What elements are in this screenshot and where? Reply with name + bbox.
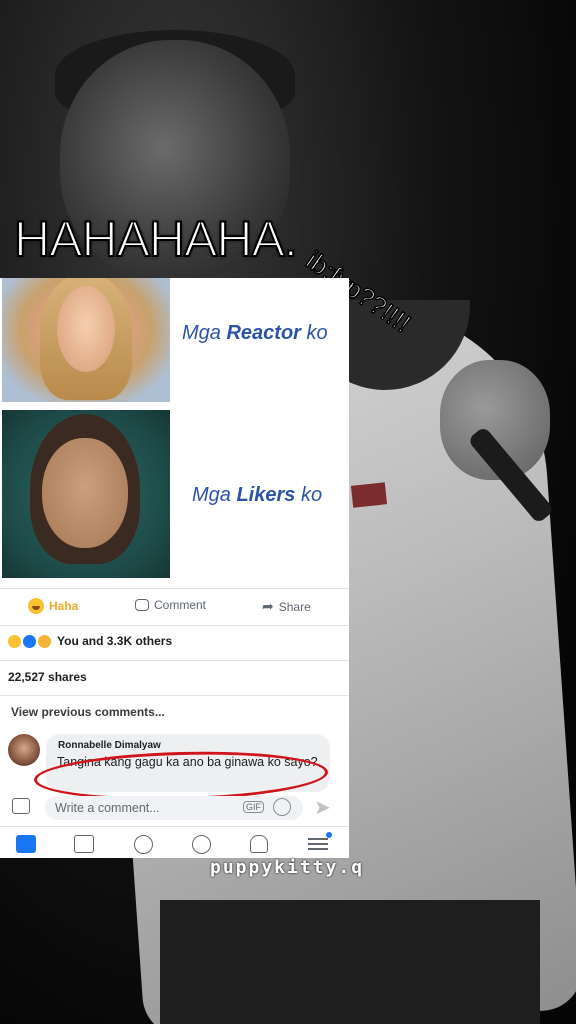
bottom-tab-bar: [0, 826, 349, 858]
reactions-text: You and 3.3K others: [57, 634, 173, 648]
meme-photo-bottom: [2, 410, 170, 578]
performer-pants: [160, 900, 540, 1024]
shirt-badge: [350, 482, 388, 508]
sticker-icon[interactable]: [273, 798, 291, 816]
menu-icon[interactable]: [308, 832, 332, 853]
news-feed-icon[interactable]: [16, 835, 36, 853]
share-label: Share: [278, 599, 311, 614]
profile-icon[interactable]: [134, 835, 153, 854]
main-caption: HAHAHAHA.: [13, 210, 299, 268]
meme-label-top: Mga Reactor ko: [182, 322, 328, 344]
comment-button[interactable]: Comment: [135, 598, 206, 612]
sad-reaction-icon: [38, 634, 51, 648]
watch-icon[interactable]: [74, 835, 94, 853]
gif-icon[interactable]: GIF: [243, 801, 264, 813]
divider: [0, 588, 349, 589]
send-icon[interactable]: ➤: [314, 795, 331, 820]
meme-photo-top: [2, 278, 170, 402]
camera-icon[interactable]: [12, 798, 30, 814]
haha-reaction-icon: [8, 634, 21, 648]
post-actions-bar: Haha Comment ➦ Share: [0, 590, 349, 626]
groups-icon[interactable]: [192, 835, 211, 854]
haha-emoji-icon: [28, 598, 44, 614]
commenter-avatar[interactable]: [8, 734, 40, 766]
comment-composer: Write a comment... GIF ➤: [0, 792, 349, 824]
share-icon: ➦: [262, 598, 274, 614]
reactions-summary[interactable]: You and 3.3K others: [8, 634, 172, 648]
shares-count[interactable]: 22,527 shares: [8, 670, 87, 684]
notifications-icon[interactable]: [250, 835, 268, 853]
like-reaction-icon: [23, 634, 36, 648]
meme-label-bottom: Mga Likers ko: [192, 484, 323, 506]
comment-input[interactable]: Write a comment... GIF: [45, 796, 303, 820]
watermark: puppykitty.q: [210, 857, 365, 878]
divider: [0, 695, 349, 696]
divider: [0, 625, 349, 626]
comment-author[interactable]: Ronnabelle Dimalyaw: [58, 740, 161, 751]
facebook-post-screenshot: Mga Reactor ko Mga Likers ko Haha Commen…: [0, 278, 349, 858]
divider: [0, 660, 349, 661]
comment-icon: [135, 599, 149, 611]
comment-label: Comment: [154, 598, 207, 612]
share-button[interactable]: ➦ Share: [262, 598, 311, 615]
view-previous-comments-link[interactable]: View previous comments...: [11, 705, 165, 719]
haha-button[interactable]: Haha: [28, 598, 78, 614]
haha-label: Haha: [49, 599, 79, 613]
comment-input-placeholder: Write a comment...: [55, 801, 160, 815]
